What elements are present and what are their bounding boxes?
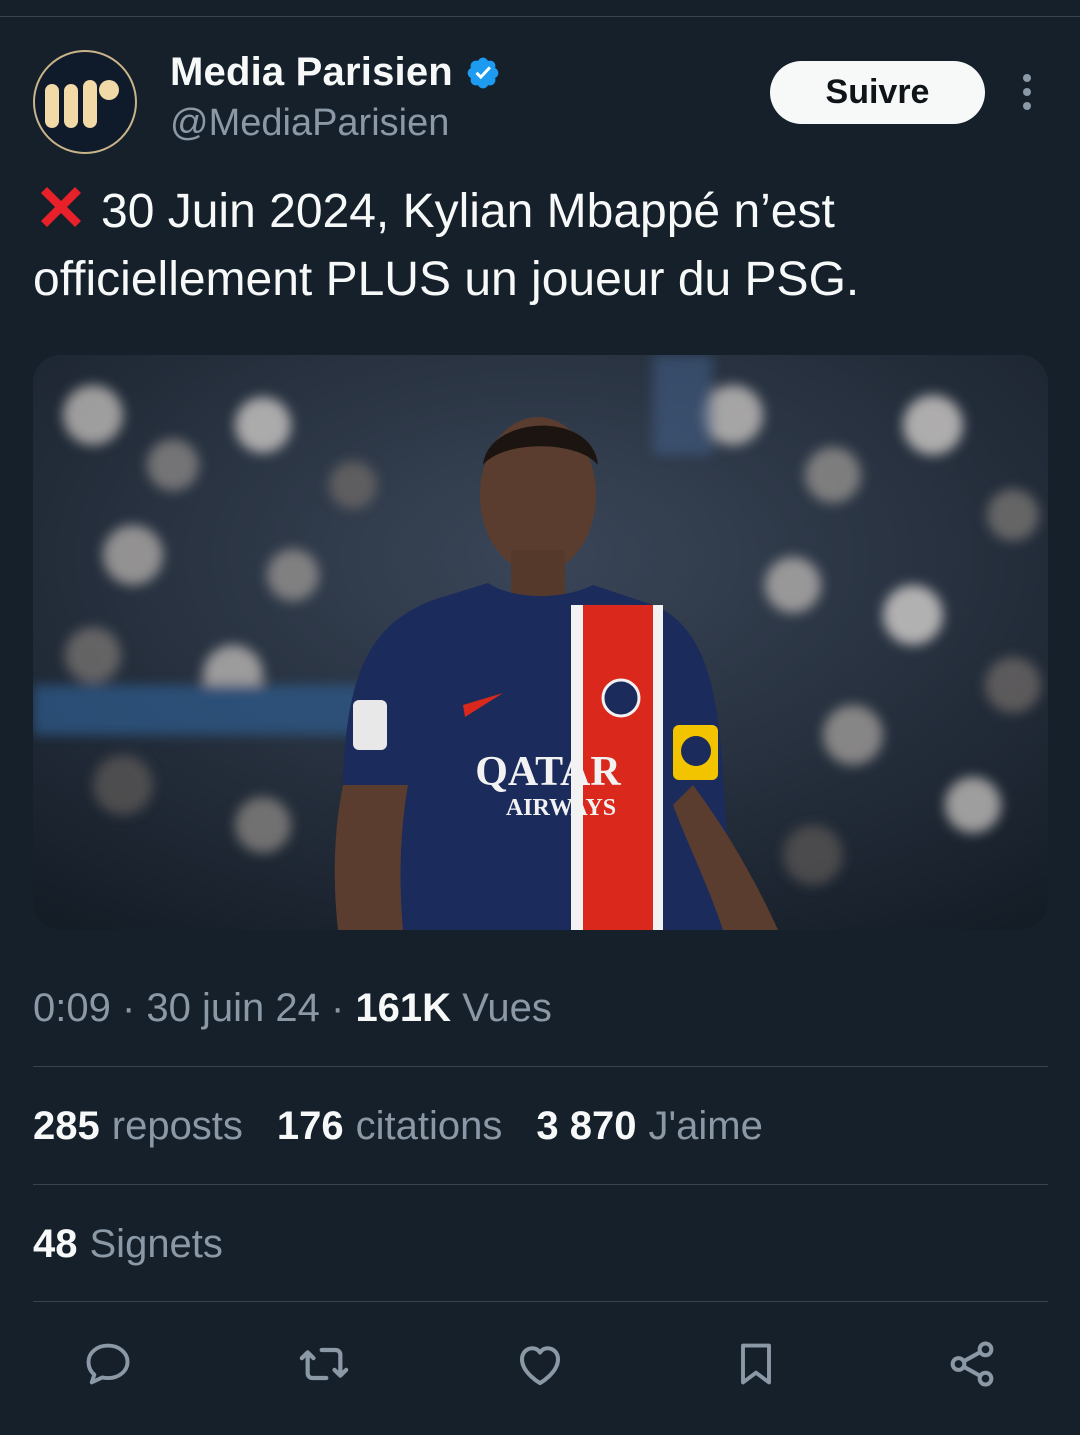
cross-mark-emoji-icon bbox=[41, 187, 81, 227]
likes-label: J'aime bbox=[648, 1104, 763, 1148]
avatar[interactable] bbox=[33, 50, 137, 154]
like-icon bbox=[519, 1346, 561, 1386]
tweet-text-line-1: 30 Juin 2024, Kylian Mbappé n’est bbox=[101, 185, 835, 238]
divider-2 bbox=[33, 1184, 1048, 1185]
tweet-text: 30 Juin 2024, Kylian Mbappé n’est offici… bbox=[33, 178, 1043, 314]
bookmark-button[interactable] bbox=[728, 1336, 784, 1392]
follow-button[interactable]: Suivre bbox=[770, 61, 985, 124]
divider-3 bbox=[33, 1301, 1048, 1302]
player-photo: QATAR AIRWAYS bbox=[33, 355, 1048, 930]
tweet-image[interactable]: QATAR AIRWAYS bbox=[33, 355, 1048, 930]
reply-icon bbox=[86, 1343, 130, 1385]
quotes-label: citations bbox=[355, 1104, 503, 1148]
bookmarks-count: 48 bbox=[33, 1222, 78, 1266]
reposts-stat[interactable]: 285 reposts bbox=[33, 1104, 243, 1149]
account-handle[interactable]: @MediaParisien bbox=[170, 102, 449, 145]
quotes-count: 176 bbox=[276, 1104, 344, 1148]
quotes-stat[interactable]: 176 citations bbox=[277, 1104, 503, 1149]
repost-icon bbox=[299, 1347, 349, 1381]
media-parisien-logo-icon bbox=[45, 80, 119, 128]
bookmark-icon bbox=[741, 1343, 771, 1385]
views-count: 161K bbox=[355, 986, 452, 1030]
bookmarks-label: Signets bbox=[89, 1222, 223, 1266]
likes-stat[interactable]: 3 870 J'aime bbox=[536, 1104, 762, 1149]
top-divider bbox=[0, 16, 1080, 17]
jersey-sponsor-subtext: AIRWAYS bbox=[506, 795, 616, 821]
reposts-label: reposts bbox=[111, 1104, 243, 1148]
verified-badge-icon bbox=[467, 57, 499, 88]
jersey-sponsor-text: QATAR bbox=[475, 749, 621, 795]
bookmarks-stat: 48 Signets bbox=[33, 1222, 223, 1267]
tweet-text-line-2: officiellement PLUS un joueur du PSG. bbox=[33, 253, 860, 306]
account-name-row: Media Parisien bbox=[170, 50, 501, 95]
repost-button[interactable] bbox=[296, 1336, 352, 1392]
views-label: Vues bbox=[462, 986, 552, 1030]
share-icon bbox=[950, 1341, 994, 1387]
more-options-icon[interactable] bbox=[1010, 70, 1044, 114]
tweet-meta: 0:09 · 30 juin 24 · 161K Vues bbox=[33, 986, 552, 1030]
reply-button[interactable] bbox=[80, 1336, 136, 1392]
reposts-count: 285 bbox=[33, 1104, 100, 1148]
like-button[interactable] bbox=[512, 1336, 568, 1392]
account-name[interactable]: Media Parisien bbox=[170, 50, 453, 95]
tweet-date[interactable]: 30 juin 24 bbox=[146, 986, 319, 1030]
share-button[interactable] bbox=[944, 1336, 1000, 1392]
divider-1 bbox=[33, 1066, 1048, 1067]
engagement-stats: 285 reposts 176 citations 3 870 J'aime bbox=[33, 1104, 797, 1149]
tweet-time: 0:09 bbox=[33, 986, 111, 1030]
likes-count: 3 870 bbox=[536, 1104, 637, 1148]
